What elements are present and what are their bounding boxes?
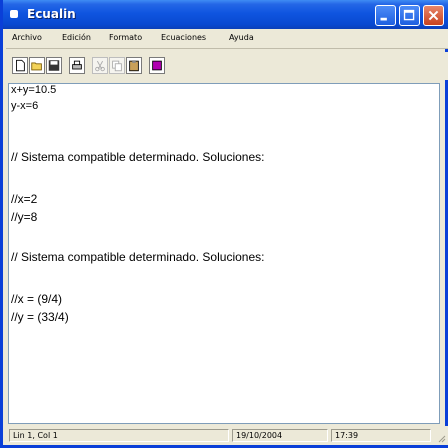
print-icon: [72, 60, 82, 70]
menu-ecuaciones[interactable]: Ecuaciones: [161, 33, 206, 42]
application-window: Ecualin Archivo Edición Formato Ecuacion…: [0, 0, 448, 448]
cut-button[interactable]: [92, 57, 108, 74]
resize-grip-icon[interactable]: [436, 433, 446, 443]
window-title: Ecualin: [27, 7, 76, 21]
minimize-button[interactable]: [375, 5, 396, 26]
solve-button[interactable]: [149, 57, 165, 74]
solution-x-line-2: //x = (9/4): [11, 292, 63, 306]
close-icon: [428, 10, 439, 21]
save-disk-icon: [48, 60, 60, 71]
equation-editor[interactable]: x+y=10.5 y-x=6 // Sistema compatible det…: [8, 83, 440, 424]
solution-y-line-1: //y=8: [11, 210, 38, 224]
menu-archivo[interactable]: Archivo: [12, 33, 42, 42]
equation-line-2: y-x=6: [11, 100, 39, 112]
copy-button[interactable]: [109, 57, 125, 74]
title-bar[interactable]: Ecualin: [3, 0, 448, 29]
cut-icon: [95, 60, 105, 72]
new-button[interactable]: [12, 57, 28, 74]
print-button[interactable]: [69, 57, 85, 74]
comment-line-2: // Sistema compatible determinado. Soluc…: [11, 250, 265, 264]
paste-button[interactable]: [126, 57, 142, 74]
menu-formato[interactable]: Formato: [109, 33, 142, 42]
equation-line-1: x+y=10.5: [11, 84, 57, 96]
save-button[interactable]: [46, 57, 62, 74]
open-button[interactable]: [29, 57, 45, 74]
solution-y-line-2: //y = (33/4): [11, 310, 69, 324]
status-bar: Lin 1, Col 1 19/10/2004 17:39: [6, 426, 448, 445]
status-time: 17:39: [331, 429, 431, 442]
toolbar: [6, 52, 448, 80]
open-folder-icon: [31, 62, 42, 71]
menu-bar: Archivo Edición Formato Ecuaciones Ayuda: [6, 29, 448, 49]
paste-icon: [129, 60, 139, 72]
maximize-icon: [403, 9, 415, 21]
solve-icon: [152, 60, 162, 71]
menu-edicion[interactable]: Edición: [62, 33, 91, 42]
copy-icon: [112, 60, 122, 72]
solution-x-line-1: //x=2: [11, 192, 38, 206]
close-button[interactable]: [423, 5, 444, 26]
new-document-icon: [16, 59, 25, 72]
app-icon[interactable]: [10, 10, 18, 18]
comment-line-1: // Sistema compatible determinado. Soluc…: [11, 150, 265, 164]
menu-ayuda[interactable]: Ayuda: [229, 33, 254, 42]
minimize-icon: [380, 17, 387, 21]
status-date: 19/10/2004: [232, 429, 328, 442]
cursor-position: Lin 1, Col 1: [9, 429, 229, 442]
maximize-button[interactable]: [399, 5, 420, 26]
